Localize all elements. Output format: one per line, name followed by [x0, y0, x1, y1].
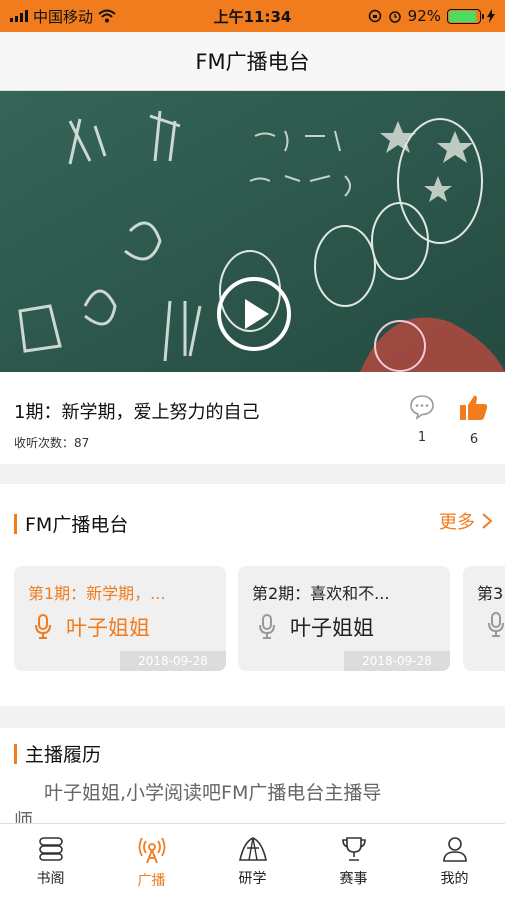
status-bar: 中国移动 上午11:34 92%: [0, 0, 505, 32]
tab-label: 研学: [238, 871, 267, 887]
card-host: 叶子姐姐: [258, 612, 374, 642]
anchor-profile-section: 主播履历 叶子姐姐,小学阅读吧FM广播电台主播导 师: [0, 728, 505, 823]
comment-button[interactable]: 1: [402, 394, 442, 445]
tent-icon: [238, 837, 267, 861]
play-icon: [245, 299, 269, 329]
tab-profile[interactable]: 我的: [404, 824, 505, 900]
microphone-icon: [488, 612, 504, 637]
tab-books[interactable]: 书阁: [0, 824, 101, 900]
rotation-lock-icon: [368, 9, 381, 23]
listen-count: 收听次数：87: [14, 436, 90, 450]
section-title: 主播履历: [25, 744, 102, 766]
play-button[interactable]: [217, 277, 291, 351]
tab-study[interactable]: 研学: [202, 824, 303, 900]
alarm-icon: [388, 11, 401, 23]
episode-card-2[interactable]: 第2期：喜欢和不... 叶子姐姐 2018-09-28: [238, 566, 450, 671]
card-title: 第1期：新学期，...: [28, 584, 166, 603]
host-name: 叶子姐姐: [290, 616, 374, 640]
card-title: 第2期：喜欢和不...: [252, 584, 390, 603]
card-date: 2018-09-28: [120, 651, 226, 671]
nav-bar: FM广播电台: [0, 32, 505, 91]
battery-icon: [447, 8, 484, 24]
like-button[interactable]: 6: [454, 394, 494, 447]
battery-percent: 92%: [407, 7, 441, 25]
more-link[interactable]: 更多: [439, 508, 493, 534]
carrier-name: 中国移动: [33, 7, 94, 26]
card-host: [487, 612, 505, 638]
section-accent-bar: [14, 513, 17, 534]
tab-label: 我的: [440, 871, 469, 887]
section-accent-bar: [14, 743, 17, 764]
bottom-tab-bar: 书阁 广播 研学 赛事 我的: [0, 823, 505, 900]
comment-icon: [410, 395, 434, 420]
wifi-icon: [98, 9, 116, 23]
status-time: 上午11:34: [213, 7, 292, 26]
user-icon: [442, 837, 467, 862]
anchor-bio: 叶子姐姐,小学阅读吧FM广播电台主播导: [44, 782, 382, 804]
signal-icon: [10, 10, 28, 22]
more-label: 更多: [439, 512, 475, 533]
tab-label: 赛事: [339, 871, 368, 887]
thumbs-up-icon: [460, 395, 488, 420]
like-count: 6: [469, 432, 479, 447]
page-title: FM广播电台: [195, 50, 310, 74]
tab-events[interactable]: 赛事: [303, 824, 404, 900]
charging-icon: [487, 9, 495, 23]
section-header: 主播履历: [14, 740, 101, 767]
card-title: 第3: [477, 584, 504, 603]
books-icon: [38, 837, 63, 861]
tab-label: 广播: [137, 873, 166, 889]
episode-card-1[interactable]: 第1期：新学期，... 叶子姐姐 2018-09-28: [14, 566, 226, 671]
episode-cover-image[interactable]: [0, 91, 505, 372]
card-host: 叶子姐姐: [34, 612, 150, 642]
episode-info-panel: 1期：新学期，爱上努力的自己 收听次数：87 1 6: [0, 372, 505, 464]
tab-broadcast[interactable]: 广播: [101, 824, 202, 900]
card-date: 2018-09-28: [344, 651, 450, 671]
anchor-bio-continued: 师: [14, 810, 34, 823]
section-title: FM广播电台: [25, 514, 129, 536]
episode-title: 1期：新学期，爱上努力的自己: [14, 402, 260, 423]
trophy-icon: [341, 837, 366, 861]
episode-card-3[interactable]: 第3: [463, 566, 505, 671]
comment-count: 1: [417, 430, 427, 445]
host-name: 叶子姐姐: [66, 616, 150, 640]
broadcast-icon: [138, 837, 165, 864]
chevron-right-icon: [482, 513, 493, 529]
microphone-icon: [259, 614, 275, 639]
microphone-icon: [35, 614, 51, 639]
fm-radio-section: FM广播电台 更多 第1期：新学期，... 叶子姐姐 2018-09-28 第2…: [0, 484, 505, 706]
tab-label: 书阁: [36, 871, 65, 887]
section-header: FM广播电台: [14, 510, 128, 537]
